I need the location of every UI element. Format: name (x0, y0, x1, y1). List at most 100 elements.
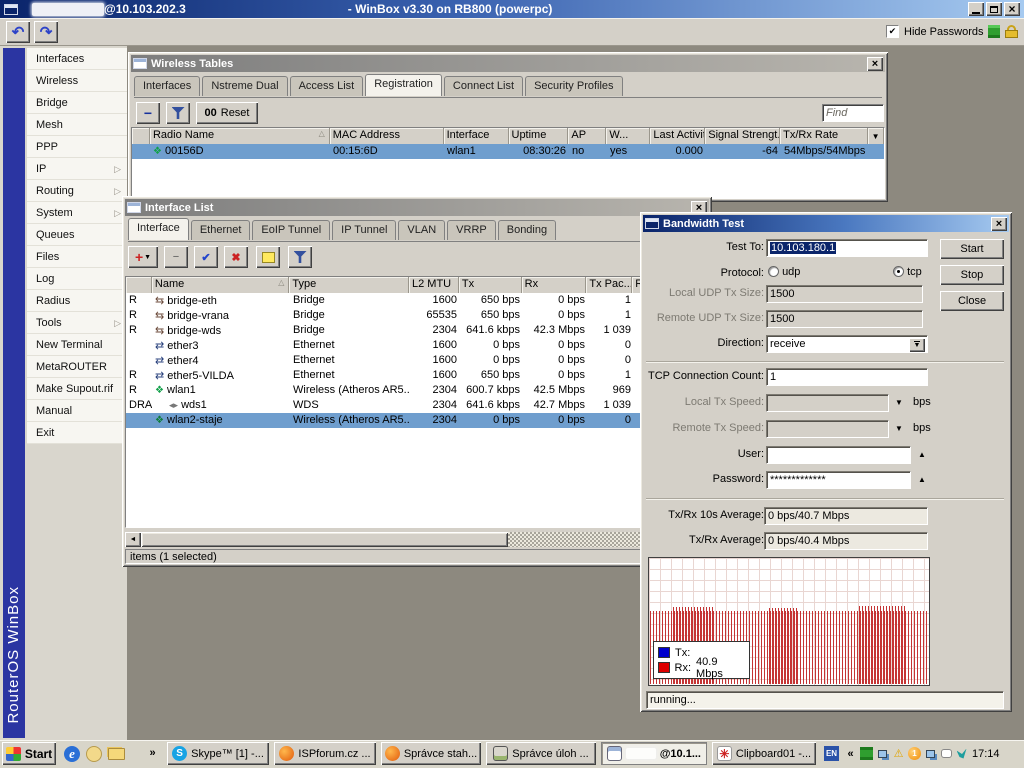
minimize-button[interactable] (968, 2, 984, 16)
tab-access-list[interactable]: Access List (290, 76, 364, 96)
sidebar-item-manual[interactable]: Manual (27, 400, 127, 422)
col-l2mtu[interactable]: L2 MTU (409, 277, 459, 293)
tab-nstreme-dual[interactable]: Nstreme Dual (202, 76, 287, 96)
enable-button[interactable]: ✔ (194, 246, 218, 268)
horizontal-scrollbar[interactable]: ◄ (125, 532, 709, 547)
tab-vlan[interactable]: VLAN (398, 220, 445, 240)
sidebar-item-mesh[interactable]: Mesh (27, 114, 127, 136)
sidebar-item-radius[interactable]: Radius (27, 290, 127, 312)
filter-button[interactable] (166, 102, 190, 124)
network-icon[interactable] (876, 747, 889, 760)
direction-select[interactable]: receive ▼ (766, 335, 928, 353)
sidebar-item-routing[interactable]: Routing▷ (27, 180, 127, 202)
tab-bonding[interactable]: Bonding (498, 220, 556, 240)
close-dialog-button[interactable]: Close (940, 291, 1004, 311)
password-input[interactable]: ************* (766, 471, 911, 489)
taskbar-button-ispforum[interactable]: ISPforum.cz ... (274, 742, 376, 765)
interface-row-selected[interactable]: ❖ wlan2-staje Wireless (Atheros AR5... 2… (126, 413, 708, 428)
stop-button[interactable]: Stop (940, 265, 1004, 285)
col-ap[interactable]: AP (568, 128, 606, 144)
expand-icon[interactable]: ▲ (918, 475, 926, 484)
antivirus-icon[interactable] (955, 747, 968, 760)
col-interface[interactable]: Interface (444, 128, 509, 144)
sidebar-item-queues[interactable]: Queues (27, 224, 127, 246)
user-input[interactable] (766, 446, 911, 464)
sidebar-item-metarouter[interactable]: MetaROUTER (27, 356, 127, 378)
tab-ip-tunnel[interactable]: IP Tunnel (332, 220, 396, 240)
col-type[interactable]: Type (289, 277, 409, 293)
quick-launch-overflow-icon[interactable]: » (146, 746, 159, 759)
sidebar-item-bridge[interactable]: Bridge (27, 92, 127, 114)
tab-ethernet[interactable]: Ethernet (191, 220, 251, 240)
column-chooser-button[interactable]: ▼ (868, 128, 884, 144)
tcp-radio[interactable]: tcp (893, 266, 922, 278)
col-signal[interactable]: Signal Strengt... (705, 128, 780, 144)
udp-radio[interactable]: udp (768, 266, 800, 278)
remove-button[interactable]: − (136, 102, 160, 124)
sidebar-item-system[interactable]: System▷ (27, 202, 127, 224)
col-radio-name[interactable]: Radio Name△ (150, 128, 330, 144)
sidebar-item-ip[interactable]: IP▷ (27, 158, 127, 180)
close-button[interactable]: × (867, 57, 883, 71)
sidebar-item-tools[interactable]: Tools▷ (27, 312, 127, 334)
dropdown-icon[interactable]: ▼ (895, 398, 903, 407)
taskbar-button-clipboard[interactable]: ✳ Clipboard01 -... (712, 742, 816, 765)
reset-button[interactable]: 00 Reset (196, 102, 258, 124)
sidebar-item-new-terminal[interactable]: New Terminal (27, 334, 127, 356)
sidebar-item-exit[interactable]: Exit (27, 422, 127, 444)
redo-button[interactable]: ↷ (34, 21, 58, 43)
col-wds[interactable]: W... (606, 128, 650, 144)
sidebar-item-ppp[interactable]: PPP (27, 136, 127, 158)
tab-connect-list[interactable]: Connect List (444, 76, 523, 96)
tab-registration[interactable]: Registration (365, 74, 442, 96)
hide-passwords-checkbox[interactable]: ✔ (886, 25, 899, 38)
internet-explorer-icon[interactable]: e (64, 746, 80, 762)
scroll-left-button[interactable]: ◄ (125, 532, 141, 547)
messenger-icon[interactable] (940, 747, 953, 760)
scrollbar-thumb[interactable] (141, 532, 508, 547)
close-button[interactable]: × (991, 217, 1007, 231)
interface-row[interactable]: ⇄ ether3 Ethernet 1600 0 bps 0 bps 0 (126, 338, 708, 353)
taskbar-button-winbox-active[interactable]: @10.1... (601, 742, 707, 765)
language-indicator[interactable]: EN (824, 746, 839, 761)
taskbar-button-task-manager[interactable]: Správce úloh ... (486, 742, 596, 765)
tab-vrrp[interactable]: VRRP (447, 220, 496, 240)
taskbar-button-skype[interactable]: S Skype™ [1] -... (167, 742, 269, 765)
disable-button[interactable]: ✖ (224, 246, 248, 268)
col-tx[interactable]: Tx (459, 277, 522, 293)
col-uptime[interactable]: Uptime (509, 128, 569, 144)
filter-button[interactable] (288, 246, 312, 268)
updates-icon[interactable]: 1 (908, 747, 921, 760)
interface-row[interactable]: R ⇆ bridge-wds Bridge 2304 641.6 kbps 42… (126, 323, 708, 338)
col-tx-pac[interactable]: Tx Pac... (586, 277, 632, 293)
registration-row[interactable]: ❖ 00156D 00:15:6D wlan1 08:30:26 no yes … (132, 144, 884, 159)
clock-launcher-icon[interactable] (86, 746, 102, 762)
sidebar-item-make-supout[interactable]: Make Supout.rif (27, 378, 127, 400)
tab-security-profiles[interactable]: Security Profiles (525, 76, 622, 96)
col-rx[interactable]: Rx (522, 277, 587, 293)
start-button[interactable]: Start (940, 239, 1004, 259)
comment-button[interactable] (256, 246, 280, 268)
sidebar-item-files[interactable]: Files (27, 246, 127, 268)
interface-row[interactable]: R ⇆ bridge-eth Bridge 1600 650 bps 0 bps… (126, 293, 708, 308)
security-warning-icon[interactable]: ⚠ (892, 747, 905, 760)
col-rate[interactable]: Tx/Rx Rate (780, 128, 868, 144)
find-input[interactable] (822, 104, 884, 122)
dropdown-icon[interactable]: ▼ (895, 424, 903, 433)
remove-button[interactable]: − (164, 246, 188, 268)
interface-row[interactable]: ⇄ ether4 Ethernet 1600 0 bps 0 bps 0 (126, 353, 708, 368)
col-last-activity[interactable]: Last Activit... (650, 128, 705, 144)
sidebar-item-interfaces[interactable]: Interfaces (27, 48, 127, 70)
undo-button[interactable]: ↶ (6, 21, 30, 43)
tab-interfaces[interactable]: Interfaces (134, 76, 200, 96)
start-button[interactable]: Start (2, 742, 56, 765)
col-mac[interactable]: MAC Address (330, 128, 444, 144)
restore-button[interactable] (986, 2, 1002, 16)
interface-row[interactable]: R ❖ wlan1 Wireless (Atheros AR5... 2304 … (126, 383, 708, 398)
expand-icon[interactable]: ▲ (918, 450, 926, 459)
col-name[interactable]: Name△ (152, 277, 290, 293)
interface-row[interactable]: R ⇆ bridge-vrana Bridge 65535 650 bps 0 … (126, 308, 708, 323)
traffic-tray-icon[interactable] (860, 747, 873, 760)
combo-dropdown-button[interactable]: ▼ (909, 338, 925, 352)
tray-collapse-icon[interactable]: « (844, 747, 857, 760)
